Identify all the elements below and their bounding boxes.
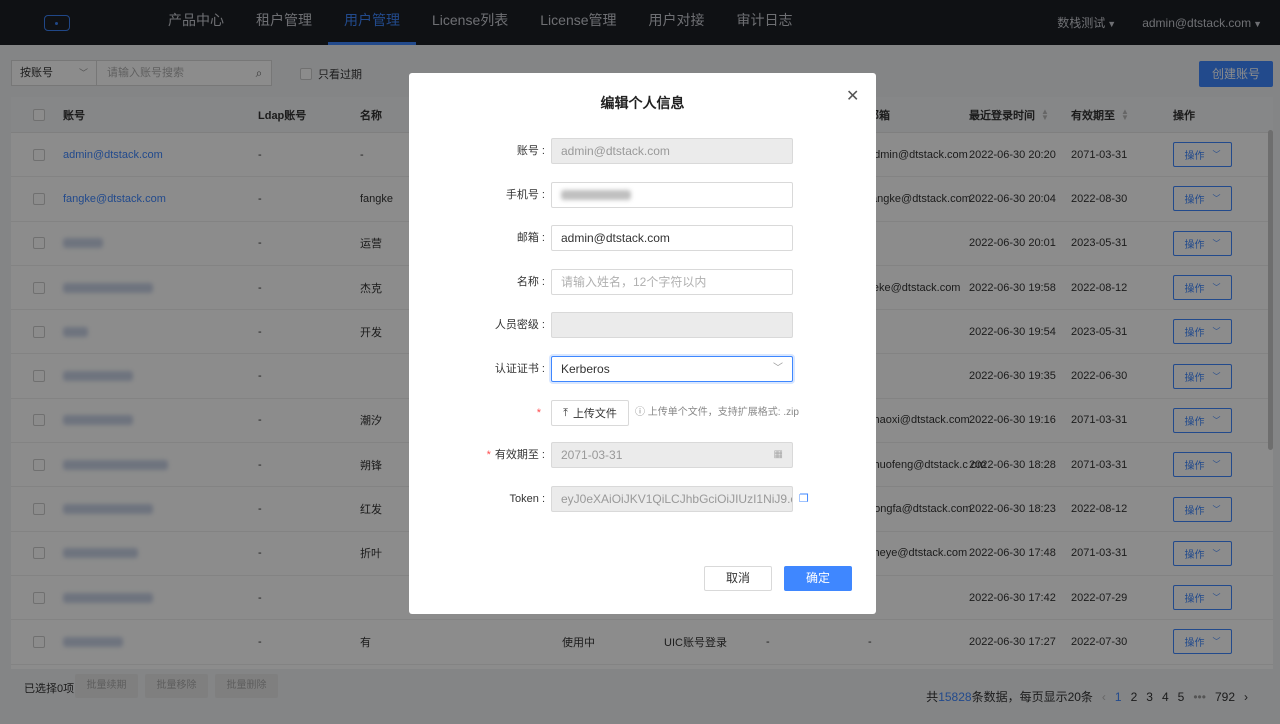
upload-file-button[interactable]: ⤒ 上传文件	[551, 400, 629, 426]
required-mark: *	[536, 407, 541, 419]
token-field: eyJ0eXAiOiJKV1QiLCJhbGciOiJIUzI1NiJ9.eyJ	[551, 486, 793, 512]
expire-field: 2071-03-31 ▦	[551, 442, 793, 468]
name-field[interactable]: 请输入姓名，12个字符以内	[551, 269, 793, 295]
upload-tip-text: 上传单个文件，支持扩展格式: .zip	[647, 407, 799, 418]
form-row-account: 账号 : admin@dtstack.com	[409, 138, 876, 164]
close-icon[interactable]: ✕	[846, 86, 859, 106]
account-field: admin@dtstack.com	[551, 138, 793, 164]
upload-label: *	[537, 400, 545, 426]
edit-profile-modal: 编辑个人信息 ✕ 账号 : admin@dtstack.com 手机号 : 邮箱…	[409, 73, 876, 614]
upload-button-label: 上传文件	[572, 408, 617, 420]
form-row-email: 邮箱 : admin@dtstack.com	[409, 225, 876, 251]
phone-label: 手机号 :	[505, 189, 545, 201]
cert-label: 认证证书 :	[494, 363, 545, 375]
cert-value: Kerberos	[561, 362, 610, 376]
calendar-icon: ▦	[773, 449, 783, 460]
email-field[interactable]: admin@dtstack.com	[551, 225, 793, 251]
chevron-down-icon: ﹀	[773, 363, 783, 374]
form-row-name: 名称 : 请输入姓名，12个字符以内	[409, 269, 876, 295]
account-label: 账号 :	[516, 145, 545, 157]
copy-icon[interactable]: ❐	[799, 492, 809, 505]
required-mark: *	[486, 449, 491, 461]
name-label: 名称 :	[516, 276, 545, 288]
expire-value: 2071-03-31	[561, 448, 623, 462]
upload-tip: ⓘ 上传单个文件，支持扩展格式: .zip	[635, 400, 799, 426]
redacted-phone	[561, 190, 631, 200]
cancel-button[interactable]: 取消	[704, 566, 772, 591]
email-label: 邮箱 :	[516, 232, 545, 244]
form-row-level: 人员密级 :	[409, 312, 876, 338]
cert-select[interactable]: Kerberos ﹀	[551, 356, 793, 382]
form-row-upload: * ⤒ 上传文件 ⓘ 上传单个文件，支持扩展格式: .zip	[409, 400, 876, 426]
form-row-token: Token : eyJ0eXAiOiJKV1QiLCJhbGciOiJIUzI1…	[409, 486, 876, 512]
expire-label-text: 有效期至 :	[494, 449, 545, 461]
form-row-cert: 认证证书 : Kerberos ﹀	[409, 356, 876, 382]
modal-title: 编辑个人信息	[600, 95, 685, 111]
form-row-phone: 手机号 :	[409, 182, 876, 208]
level-field	[551, 312, 793, 338]
form-row-expire: * 有效期至 : 2071-03-31 ▦	[409, 442, 876, 468]
upload-icon: ⤒	[563, 406, 568, 419]
phone-field[interactable]	[551, 182, 793, 208]
info-icon: ⓘ	[635, 407, 645, 418]
level-label: 人员密级 :	[494, 319, 545, 331]
expire-label: * 有效期至 :	[487, 442, 545, 468]
confirm-button[interactable]: 确定	[784, 566, 852, 591]
token-label: Token :	[509, 493, 545, 505]
